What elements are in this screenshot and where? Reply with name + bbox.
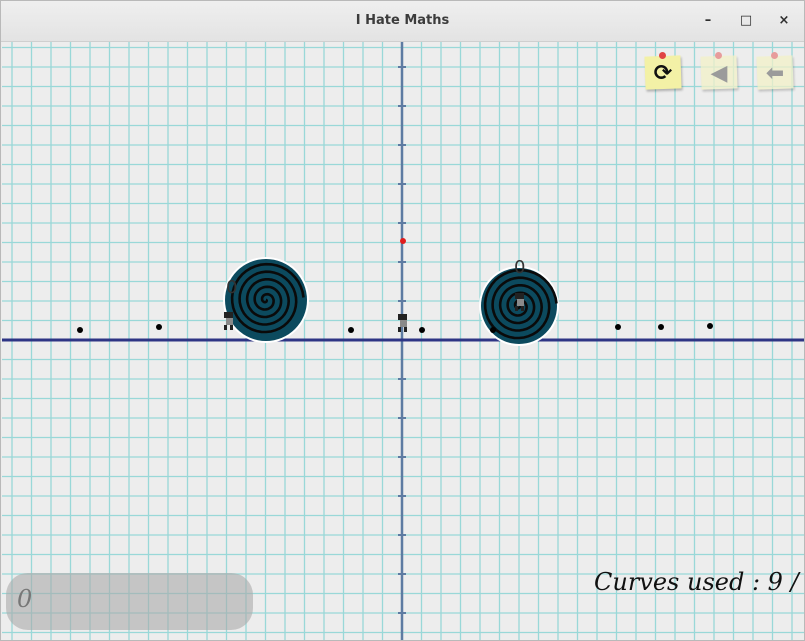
star-point [658, 324, 664, 330]
restart-button[interactable]: ⟳ [643, 52, 683, 90]
sound-toggle-button[interactable]: ◀ [699, 52, 739, 90]
star-point [615, 324, 621, 330]
star-point [156, 324, 162, 330]
back-button[interactable]: ⬅ [755, 52, 795, 90]
character-head [398, 314, 407, 320]
graph-paper [2, 42, 804, 640]
star-point [707, 323, 713, 329]
curves-used-counter: Curves used : 9 / 10 [594, 568, 804, 596]
pin-icon [659, 52, 666, 59]
character-leg [230, 325, 233, 330]
character-leg [404, 327, 407, 332]
close-button[interactable]: × [774, 11, 794, 31]
hole-label: 0 [514, 257, 526, 278]
pin-icon [771, 52, 778, 59]
app-window: I Hate Maths – □ × 0 0 ⟳ ◀ ⬅ 0 Curves us… [0, 0, 805, 641]
back-arrow-icon: ⬅ [765, 61, 785, 86]
pin-icon [715, 52, 722, 59]
star-point [348, 327, 354, 333]
character-head [515, 293, 524, 299]
maximize-button[interactable]: □ [736, 11, 756, 31]
target-point [400, 238, 406, 244]
character-leg [521, 306, 524, 311]
star-point [419, 327, 425, 333]
window-title: I Hate Maths [355, 13, 450, 28]
character-body [226, 318, 233, 325]
minimize-button[interactable]: – [698, 11, 718, 31]
star-point [77, 327, 83, 333]
character-head [224, 312, 233, 318]
character-leg [515, 306, 518, 311]
hole-label: 0 [226, 277, 238, 298]
star-point [490, 327, 496, 333]
equation-input-value: 0 [17, 585, 33, 613]
speaker-muted-icon: ◀ [710, 61, 728, 86]
character-body [517, 299, 524, 306]
character-leg [224, 325, 227, 330]
title-bar: I Hate Maths – □ × [1, 1, 804, 42]
restart-icon: ⟳ [653, 61, 673, 86]
equation-input[interactable]: 0 [6, 573, 253, 630]
character-leg [398, 327, 401, 332]
game-board[interactable]: 0 0 ⟳ ◀ ⬅ 0 Curves used : 9 / 10 [2, 42, 804, 640]
character-body [400, 320, 407, 327]
